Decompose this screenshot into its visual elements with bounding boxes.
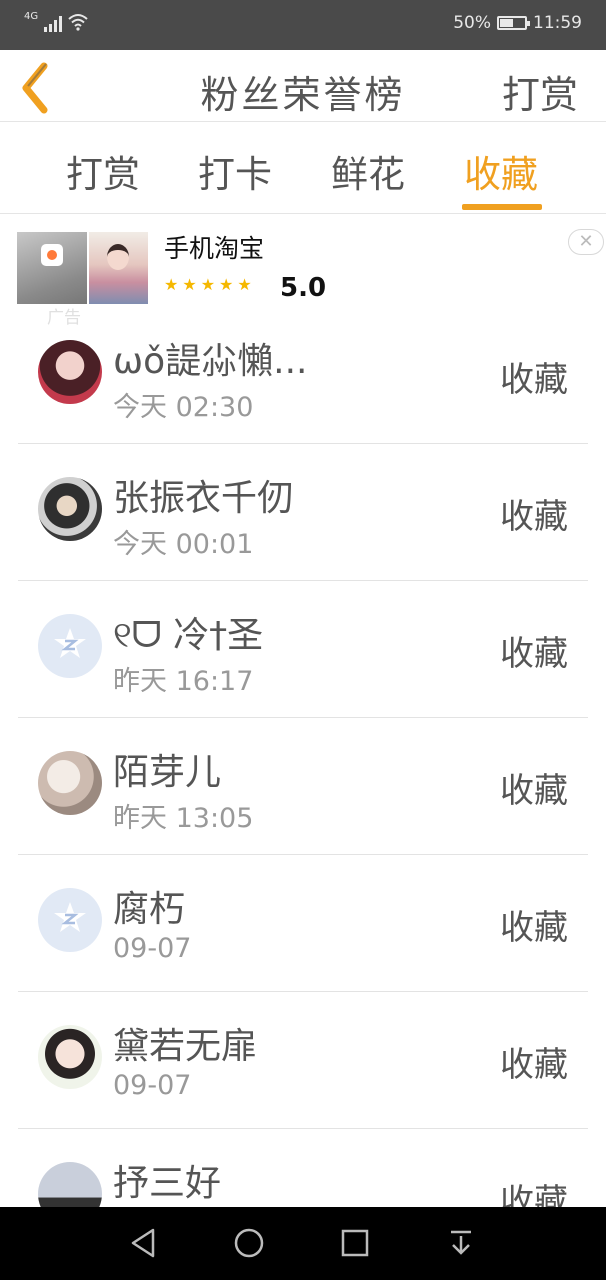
status-left: 4G bbox=[24, 12, 88, 32]
star-icon: ★ bbox=[182, 275, 197, 294]
user-name: 黛若无扉 bbox=[113, 1026, 258, 1067]
list-item[interactable]: ωǒ諟尛懶... 今天 02:30 收藏 bbox=[18, 307, 588, 444]
status-right: 50% 11:59 bbox=[453, 13, 582, 33]
star-icon: ★ bbox=[237, 275, 252, 294]
list-item[interactable]: ୧ᗜ 冷†圣 昨天 16:17 收藏 bbox=[18, 581, 588, 718]
tab-bar: 打赏 打卡 鲜花 收藏 bbox=[0, 122, 606, 214]
item-time: 09-07 bbox=[113, 1070, 192, 1101]
list-item[interactable]: 陌芽儿 昨天 13:05 收藏 bbox=[18, 718, 588, 855]
tab-flowers[interactable]: 鲜花 bbox=[331, 144, 405, 198]
item-time: 今天 02:30 bbox=[113, 392, 254, 423]
ad-banner[interactable]: 广告 手机淘宝 ★ ★ ★ ★ ★ 5.0 ✕ bbox=[0, 215, 606, 328]
action-label[interactable]: 收藏 bbox=[500, 489, 568, 538]
ad-rating: 5.0 bbox=[280, 273, 327, 303]
ad-close-button[interactable]: ✕ bbox=[568, 229, 604, 255]
system-nav-bar bbox=[0, 1207, 606, 1280]
battery-percent: 50% bbox=[453, 13, 491, 33]
item-time: 昨天 16:17 bbox=[113, 666, 254, 697]
signal-icon bbox=[44, 12, 63, 32]
list-item[interactable]: 黛若无扉 09-07 收藏 bbox=[18, 992, 588, 1129]
avatar bbox=[38, 1162, 102, 1207]
reward-button[interactable]: 打赏 bbox=[502, 64, 578, 119]
avatar bbox=[38, 888, 102, 952]
triangle-back-icon[interactable] bbox=[125, 1225, 161, 1261]
avatar bbox=[38, 477, 102, 541]
action-label[interactable]: 收藏 bbox=[500, 352, 568, 401]
clock: 11:59 bbox=[533, 13, 582, 33]
circle-home-icon[interactable] bbox=[231, 1225, 267, 1261]
list-item[interactable]: 抒三好 收藏 bbox=[18, 1129, 588, 1207]
default-avatar-icon bbox=[54, 902, 86, 932]
status-bar: 4G 50% 11:59 bbox=[0, 0, 606, 50]
user-name: 张振衣千仞 bbox=[113, 478, 294, 519]
tab-favorites[interactable]: 收藏 bbox=[464, 144, 538, 198]
battery-icon bbox=[497, 16, 530, 30]
item-time: 09-07 bbox=[113, 933, 192, 964]
avatar bbox=[38, 1025, 102, 1089]
user-name: 陌芽儿 bbox=[113, 752, 222, 793]
user-name: 腐朽 bbox=[113, 889, 186, 930]
action-label[interactable]: 收藏 bbox=[500, 763, 568, 812]
ad-thumbnail-photo bbox=[89, 232, 148, 304]
network-type: 4G bbox=[24, 11, 39, 22]
star-icon: ★ bbox=[164, 275, 179, 294]
rating-stars: ★ ★ ★ ★ ★ bbox=[164, 277, 252, 293]
close-icon: ✕ bbox=[578, 231, 594, 252]
user-name: 抒三好 bbox=[113, 1163, 222, 1204]
action-label[interactable]: 收藏 bbox=[500, 900, 568, 949]
square-recents-icon[interactable] bbox=[337, 1225, 373, 1261]
ad-app-name: 手机淘宝 bbox=[164, 234, 265, 263]
default-avatar-icon bbox=[54, 628, 86, 658]
action-label[interactable]: 收藏 bbox=[500, 1037, 568, 1086]
tab-reward[interactable]: 打赏 bbox=[66, 144, 140, 198]
fan-list: ωǒ諟尛懶... 今天 02:30 收藏 张振衣千仞 今天 00:01 收藏 ୧… bbox=[0, 307, 606, 1207]
wifi-icon bbox=[68, 14, 88, 31]
pull-down-icon[interactable] bbox=[443, 1225, 479, 1261]
header: 粉丝荣誉榜 打赏 bbox=[0, 50, 606, 122]
tab-checkin[interactable]: 打卡 bbox=[198, 144, 272, 198]
star-icon: ★ bbox=[200, 275, 216, 294]
item-time: 今天 00:01 bbox=[113, 529, 254, 560]
user-name: ୧ᗜ 冷†圣 bbox=[113, 615, 264, 656]
avatar bbox=[38, 751, 102, 815]
ad-thumbnail: 广告 bbox=[17, 232, 87, 328]
action-label[interactable]: 收藏 bbox=[500, 1174, 568, 1207]
list-item[interactable]: 张振衣千仞 今天 00:01 收藏 bbox=[18, 444, 588, 581]
tab-active-indicator bbox=[462, 204, 542, 210]
action-label[interactable]: 收藏 bbox=[500, 626, 568, 675]
list-item[interactable]: 腐朽 09-07 收藏 bbox=[18, 855, 588, 992]
avatar bbox=[38, 340, 102, 404]
star-icon: ★ bbox=[219, 275, 234, 294]
avatar bbox=[38, 614, 102, 678]
item-time: 昨天 13:05 bbox=[113, 803, 254, 834]
user-name: ωǒ諟尛懶... bbox=[113, 341, 308, 382]
app-icon bbox=[41, 244, 63, 266]
